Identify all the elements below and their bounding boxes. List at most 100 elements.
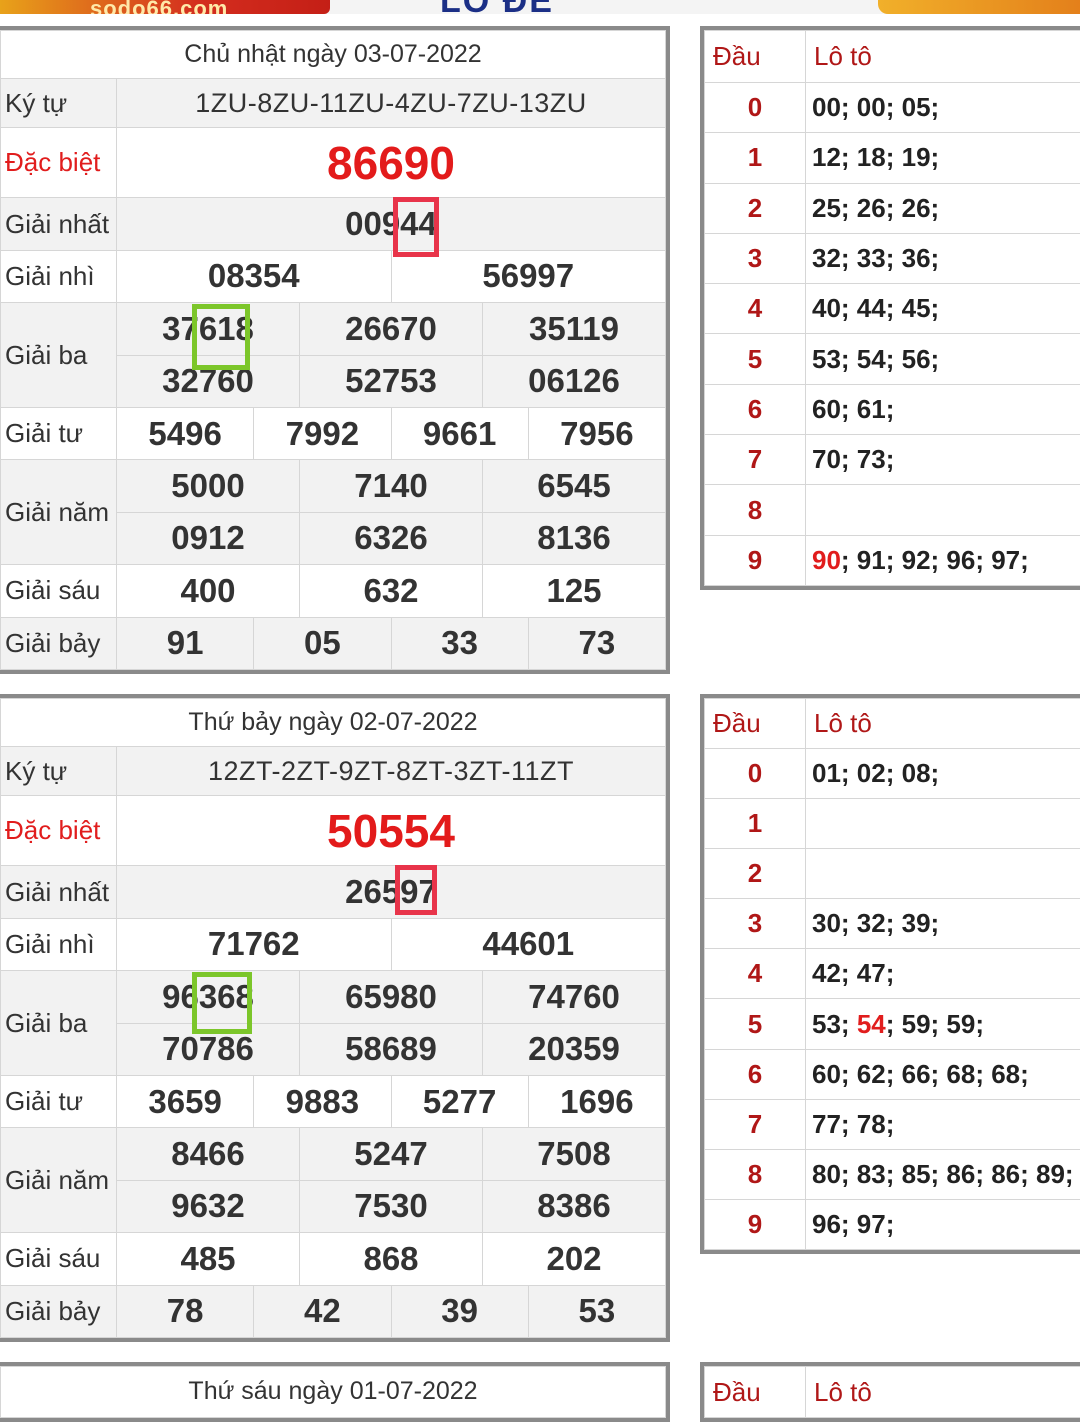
loto-values: 40; 44; 45; <box>806 284 1080 334</box>
label-kytu: Ký tự <box>1 79 117 127</box>
loto-values: 25; 26; 26; <box>806 183 1080 233</box>
fourth-prize: 7992 <box>254 407 391 459</box>
seventh-prize: 42 <box>254 1285 391 1337</box>
third-prize: 06126 <box>483 355 666 407</box>
loto-values: 60; 61; <box>806 384 1080 434</box>
third-prize: 26670 <box>300 303 483 355</box>
loto-header-dau: Đầu <box>705 699 806 749</box>
loto-header-dau: Đầu <box>705 31 806 83</box>
fourth-prize: 5277 <box>391 1075 528 1127</box>
label-giai-nam: Giải năm <box>1 1128 117 1233</box>
first-prize: 26597 <box>117 866 666 918</box>
third-prize: 35119 <box>483 303 666 355</box>
loto-table-0307: Đầu Lô tô 000; 00; 05; 112; 18; 19; 225;… <box>700 26 1080 590</box>
sixth-prize: 125 <box>483 565 666 617</box>
loto-values <box>806 485 1080 535</box>
highlight-box-red <box>393 197 439 257</box>
label-giai-nhat: Giải nhất <box>1 198 117 250</box>
seventh-prize: 05 <box>254 617 391 669</box>
sixth-prize: 400 <box>117 565 300 617</box>
sixth-prize: 632 <box>300 565 483 617</box>
loto-values: 53; 54; 59; 59; <box>806 999 1080 1049</box>
loto-values <box>806 849 1080 899</box>
highlight-box-green <box>192 972 252 1034</box>
banner-badge <box>878 0 1080 14</box>
loto-dau: 2 <box>705 849 806 899</box>
loto-table-0107: Đầu Lô tô <box>700 1362 1080 1422</box>
label-giai-bay: Giải bảy <box>1 1285 117 1337</box>
label-giai-nhat: Giải nhất <box>1 866 117 918</box>
loto-dau: 5 <box>705 999 806 1049</box>
loto-dau: 2 <box>705 183 806 233</box>
loto-dau: 9 <box>705 1199 806 1249</box>
fifth-prize: 6545 <box>483 460 666 512</box>
label-giai-tu: Giải tư <box>1 407 117 459</box>
label-giai-nam: Giải năm <box>1 460 117 565</box>
third-prize: 20359 <box>483 1023 666 1075</box>
loto-values: 01; 02; 08; <box>806 749 1080 799</box>
fourth-prize: 1696 <box>528 1075 665 1127</box>
top-banner: sodo66.com LÔ ĐỀ <box>0 0 1080 14</box>
sixth-prize: 868 <box>300 1233 483 1285</box>
label-dac-biet: Đặc biệt <box>1 795 117 866</box>
seventh-prize: 91 <box>117 617 254 669</box>
loto-values: 60; 62; 66; 68; 68; <box>806 1049 1080 1099</box>
fifth-prize: 7508 <box>483 1128 666 1180</box>
site-logo[interactable]: sodo66.com <box>0 0 330 14</box>
third-prize: 96368 <box>117 971 300 1023</box>
fifth-prize: 8386 <box>483 1180 666 1232</box>
fourth-prize: 7956 <box>528 407 665 459</box>
fifth-prize: 9632 <box>117 1180 300 1232</box>
banner-title: LÔ ĐỀ <box>440 0 554 14</box>
fourth-prize: 3659 <box>117 1075 254 1127</box>
sixth-prize: 485 <box>117 1233 300 1285</box>
second-prize: 71762 <box>117 918 392 970</box>
label-giai-sau: Giải sáu <box>1 1233 117 1285</box>
loto-values: 53; 54; 56; <box>806 334 1080 384</box>
loto-dau: 7 <box>705 1099 806 1149</box>
results-table-0207: Thứ bảy ngày 02-07-2022 Ký tự 12ZT-2ZT-9… <box>0 694 670 1342</box>
seventh-prize: 73 <box>528 617 665 669</box>
loto-dau: 1 <box>705 133 806 183</box>
loto-dau: 4 <box>705 949 806 999</box>
fifth-prize: 0912 <box>117 512 300 564</box>
loto-values: 96; 97; <box>806 1199 1080 1249</box>
fifth-prize: 8136 <box>483 512 666 564</box>
fifth-prize: 7530 <box>300 1180 483 1232</box>
second-prize: 44601 <box>391 918 666 970</box>
fifth-prize: 5247 <box>300 1128 483 1180</box>
third-prize: 58689 <box>300 1023 483 1075</box>
draw-date: Chủ nhật ngày 03-07-2022 <box>1 31 666 79</box>
third-prize: 52753 <box>300 355 483 407</box>
loto-values: 32; 33; 36; <box>806 233 1080 283</box>
label-giai-nhi: Giải nhì <box>1 250 117 302</box>
loto-dau: 8 <box>705 485 806 535</box>
special-prize: 50554 <box>117 795 666 866</box>
label-kytu: Ký tự <box>1 747 117 795</box>
kytu-value: 1ZU-8ZU-11ZU-4ZU-7ZU-13ZU <box>117 79 666 127</box>
loto-dau: 4 <box>705 284 806 334</box>
draw-date: Thứ bảy ngày 02-07-2022 <box>1 699 666 747</box>
loto-values: 70; 73; <box>806 435 1080 485</box>
second-prize: 56997 <box>391 250 666 302</box>
loto-dau: 0 <box>705 83 806 133</box>
seventh-prize: 33 <box>391 617 528 669</box>
loto-header-loto: Lô tô <box>806 1367 1080 1418</box>
loto-values: 90; 91; 92; 96; 97; <box>806 535 1080 585</box>
second-prize: 08354 <box>117 250 392 302</box>
loto-dau: 6 <box>705 1049 806 1099</box>
highlight-box-red <box>395 865 437 915</box>
results-table-0307: Chủ nhật ngày 03-07-2022 Ký tự 1ZU-8ZU-1… <box>0 26 670 674</box>
loto-values: 30; 32; 39; <box>806 899 1080 949</box>
label-giai-sau: Giải sáu <box>1 565 117 617</box>
loto-values: 42; 47; <box>806 949 1080 999</box>
loto-dau: 6 <box>705 384 806 434</box>
loto-values <box>806 799 1080 849</box>
loto-values: 77; 78; <box>806 1099 1080 1149</box>
first-prize: 00944 <box>117 198 666 250</box>
sixth-prize: 202 <box>483 1233 666 1285</box>
loto-dau: 9 <box>705 535 806 585</box>
highlight-box-green <box>192 304 250 370</box>
loto-dau: 5 <box>705 334 806 384</box>
loto-header-dau: Đầu <box>705 1367 806 1418</box>
